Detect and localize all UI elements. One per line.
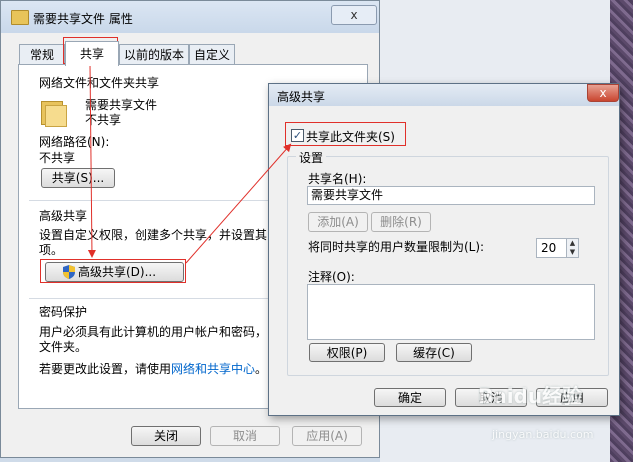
tab-sharing[interactable]: 共享 bbox=[65, 41, 119, 66]
annotation-arrow bbox=[185, 143, 292, 264]
watermark-url: jingyan.baidu.com bbox=[492, 428, 594, 441]
watermark-brand: Baidu经验 bbox=[478, 384, 583, 408]
annotation-arrow bbox=[87, 63, 96, 258]
